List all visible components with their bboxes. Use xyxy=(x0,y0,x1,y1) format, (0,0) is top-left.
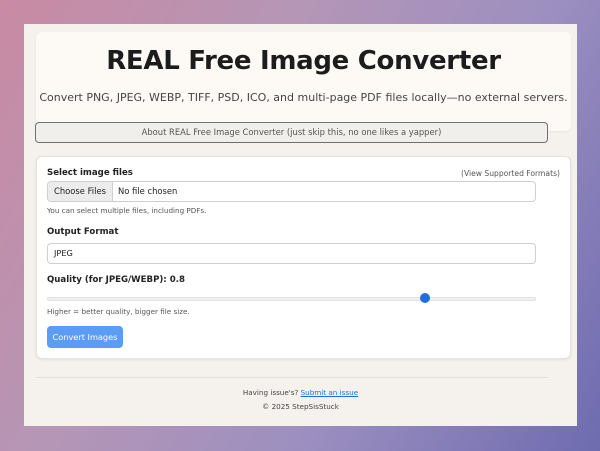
convert-images-button[interactable]: Convert Images xyxy=(47,326,123,348)
quality-label: Quality (for JPEG/WEBP): 0.8 xyxy=(47,275,185,285)
file-status: No file chosen xyxy=(118,186,178,196)
output-format-select[interactable]: JPEG xyxy=(47,243,536,264)
supported-formats-link[interactable]: (View Supported Formats) xyxy=(461,169,560,178)
choose-files-button[interactable]: Choose Files xyxy=(48,182,113,201)
quality-hint: Higher = better quality, bigger file siz… xyxy=(47,307,190,316)
copyright-text: © 2025 StepSisStuck xyxy=(262,402,339,411)
issue-line: Having issue's? Submit an issue xyxy=(24,388,577,397)
footer-divider xyxy=(36,377,548,378)
files-hint: You can select multiple files, including… xyxy=(47,206,207,215)
format-label: Output Format xyxy=(47,227,119,237)
file-input[interactable]: Choose Files No file chosen xyxy=(47,181,536,202)
about-toggle-button[interactable]: About REAL Free Image Converter (just sk… xyxy=(35,122,548,143)
issue-text: Having issue's? xyxy=(242,388,299,397)
header-card: REAL Free Image Converter Convert PNG, J… xyxy=(36,32,571,131)
app-page: REAL Free Image Converter Convert PNG, J… xyxy=(24,24,577,426)
page-subtitle: Convert PNG, JPEG, WEBP, TIFF, PSD, ICO,… xyxy=(39,91,568,104)
quality-slider-track[interactable] xyxy=(47,297,536,301)
files-label: Select image files xyxy=(47,168,133,178)
submit-issue-link[interactable]: Submit an issue xyxy=(301,388,359,397)
quality-slider-thumb[interactable] xyxy=(419,293,430,303)
converter-form: Select image files (View Supported Forma… xyxy=(36,156,571,359)
page-title: REAL Free Image Converter xyxy=(106,46,501,76)
